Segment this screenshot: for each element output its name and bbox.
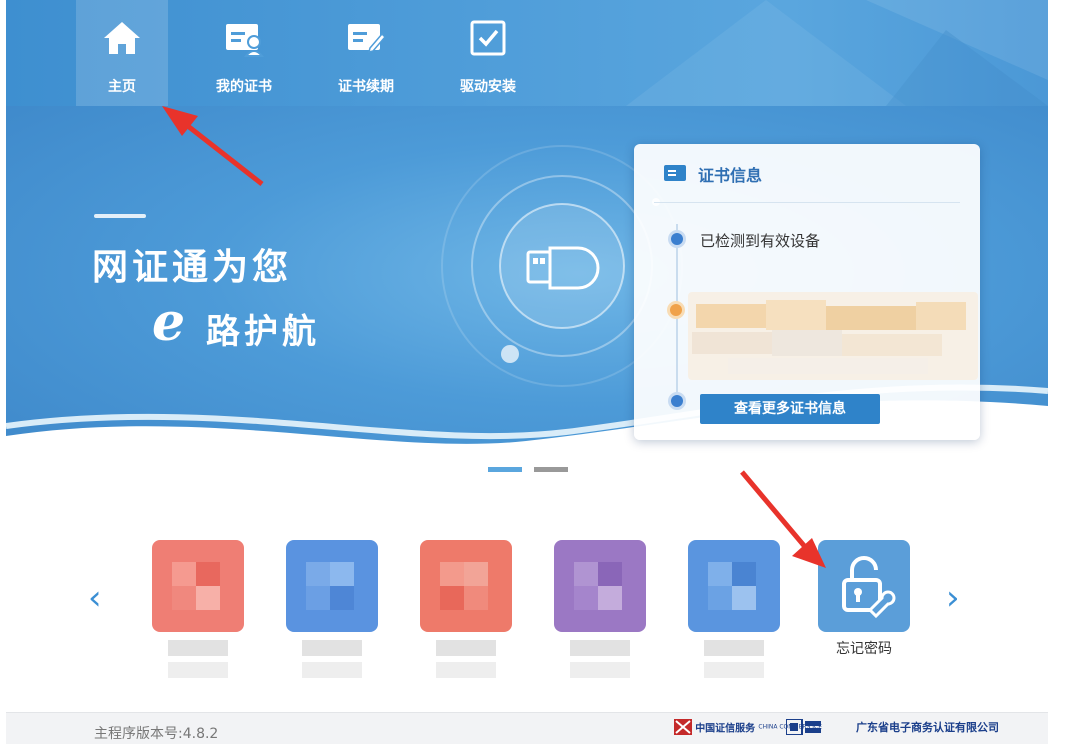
tool-icon-redacted [286,540,378,632]
tool-label-redacted [168,640,228,680]
slider-dot-active[interactable] [488,467,522,472]
tool-label-redacted [436,640,496,680]
slogan-decoration-bar [94,214,146,218]
slogan-e-logo: e [152,292,186,353]
card-icon [664,165,686,181]
authority-seal-logo [785,718,822,736]
certificate-user-icon [226,24,264,57]
driver-install-icon [470,20,506,56]
gd-ca-logo: 广东省电子商务认证有限公司 [856,721,999,734]
nav-item-driver-install[interactable]: 驱动安装 [442,0,534,106]
tool-label-redacted [302,640,362,680]
forgot-password-label: 忘记密码 [836,641,892,657]
device-status-text: 已检测到有效设备 [700,232,821,250]
nav-label-home: 主页 [108,79,136,95]
banner-slider-dots [488,457,580,476]
nav-label-certificate-renewal: 证书续期 [338,79,394,95]
tool-icon-redacted [420,540,512,632]
status-dot [671,233,683,245]
slogan-line1: 网证通为您 [92,246,293,288]
tool-label-redacted [704,640,764,680]
seal-logo-icon [785,718,821,736]
footer-bar: 主程序版本号:4.8.2 中国证信服务 CHINA COMMERS ICE 广东… [6,712,1048,744]
nav-label-driver-install: 驱动安装 [460,79,516,95]
carousel-next-button[interactable]: › [946,578,960,618]
usb-key-icon [526,246,600,290]
more-info-dot [671,395,683,407]
cert-timeline [676,224,678,408]
lock-wrench-icon [842,556,896,619]
nav-item-certificate-renewal[interactable]: 证书续期 [320,0,412,106]
version-text: 主程序版本号:4.8.2 [94,726,219,742]
tool-icon-redacted [554,540,646,632]
nav-label-my-certificate: 我的证书 [216,79,272,95]
app-window: 主页 我的证书 证书续期 驱动安装 网证通为您 e 路护航 证书信息 已检测到有… [6,0,1048,744]
tool-icon-redacted [688,540,780,632]
home-icon [104,22,140,54]
carousel-prev-button[interactable]: ‹ [88,578,102,618]
certificate-renew-icon [348,24,386,54]
cert-card-divider [654,202,960,203]
nav-item-my-certificate[interactable]: 我的证书 [198,0,290,106]
cert-card-title: 证书信息 [698,166,763,185]
slider-dot[interactable] [534,467,568,472]
forgot-password-button[interactable] [818,540,910,632]
cert-detail-dot [670,304,682,316]
tool-label-redacted [570,640,630,680]
tool-icon-redacted [152,540,244,632]
view-more-cert-info-button[interactable]: 查看更多证书信息 [700,394,880,424]
slogan-line2: 路护航 [206,312,320,352]
top-navigation: 主页 我的证书 证书续期 驱动安装 [6,0,1048,106]
certificate-info-card: 证书信息 已检测到有效设备 查看更多证书信息 [634,144,980,440]
nav-item-home[interactable]: 主页 [76,0,168,106]
redacted-cert-details [688,292,978,380]
logo-mark-icon [674,719,692,735]
